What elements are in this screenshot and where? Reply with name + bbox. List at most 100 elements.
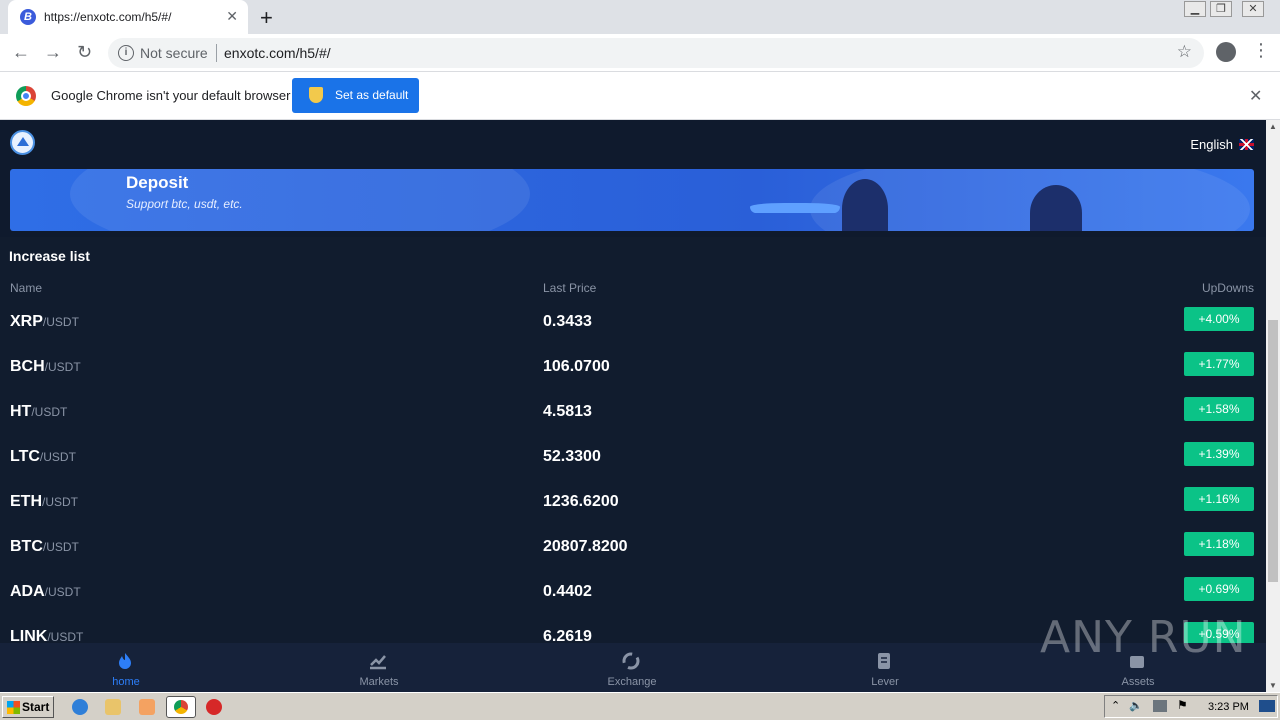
banner-illustration-phone	[750, 203, 840, 213]
tab-assets-label: Assets	[1121, 676, 1155, 688]
coin-base: ADA	[10, 583, 45, 600]
security-app-icon[interactable]	[206, 699, 222, 715]
tab-close-icon[interactable]: ✕	[226, 8, 238, 25]
info-icon[interactable]: i	[118, 45, 134, 61]
increase-list-title: Increase list	[9, 248, 90, 264]
set-default-label: Set as default	[335, 88, 409, 102]
anyrun-watermark: ANY RUN	[1040, 612, 1247, 663]
market-row[interactable]: XRP/USDT 0.3433 +4.00%	[0, 307, 1266, 358]
change-badge: +1.18%	[1184, 532, 1254, 556]
omnibox-divider	[216, 44, 217, 62]
forward-arrow-icon[interactable]: →	[44, 42, 62, 63]
page-content: English Deposit Support btc, usdt, etc. …	[0, 120, 1266, 692]
windows-logo-icon	[7, 701, 20, 714]
document-icon	[878, 653, 890, 669]
browser-tab[interactable]: B https://enxotc.com/h5/#/ ✕	[8, 0, 248, 34]
set-default-button[interactable]: Set as default	[292, 78, 419, 113]
coin-quote: /USDT	[47, 630, 84, 644]
coin-base: XRP	[10, 313, 43, 330]
profile-avatar-icon[interactable]	[1216, 42, 1236, 62]
market-row[interactable]: LTC/USDT 52.3300 +1.39%	[0, 442, 1266, 493]
market-row[interactable]: ETH/USDT 1236.6200 +1.16%	[0, 487, 1266, 538]
security-label[interactable]: Not secure	[140, 45, 208, 61]
bookmark-star-icon[interactable]: ☆	[1177, 42, 1192, 62]
language-label: English	[1190, 137, 1233, 152]
last-price: 20807.8200	[543, 538, 628, 555]
ie-icon[interactable]	[72, 699, 88, 715]
infobar-message: Google Chrome isn't your default browser	[51, 88, 291, 103]
reload-icon[interactable]: ↻	[77, 42, 92, 63]
volume-icon[interactable]: 🔈	[1129, 699, 1143, 712]
tab-markets[interactable]: Markets	[319, 643, 439, 692]
flame-icon	[119, 653, 131, 669]
new-tab-button[interactable]: +	[260, 5, 273, 31]
start-label: Start	[22, 700, 50, 714]
tab-lever[interactable]: Lever	[825, 643, 945, 692]
infobar-close-icon[interactable]: ✕	[1249, 86, 1262, 106]
chrome-icon	[174, 700, 188, 714]
coin-quote: /USDT	[44, 360, 81, 374]
chrome-logo-icon	[16, 86, 36, 106]
market-row[interactable]: BCH/USDT 106.0700 +1.77%	[0, 352, 1266, 403]
coin-base: BTC	[10, 538, 43, 555]
minimize-icon[interactable]: ▁	[1184, 1, 1206, 17]
tab-exchange-label: Exchange	[607, 676, 657, 688]
banner-illustration-person	[842, 179, 888, 231]
market-row[interactable]: HT/USDT 4.5813 +1.58%	[0, 397, 1266, 448]
last-price: 1236.6200	[543, 493, 619, 510]
network-icon[interactable]	[1153, 700, 1167, 712]
address-bar-row: ← → ↻ i Not secure enxotc.com/h5/#/ ☆ ⋮	[0, 34, 1280, 72]
omnibox[interactable]: i Not secure enxotc.com/h5/#/ ☆	[108, 38, 1204, 68]
change-badge: +1.77%	[1184, 352, 1254, 376]
show-desktop-icon[interactable]	[1259, 700, 1275, 712]
coin-quote: /USDT	[44, 585, 81, 599]
site-logo[interactable]	[10, 130, 35, 155]
chart-icon	[370, 655, 386, 670]
scroll-up-icon[interactable]: ▲	[1269, 122, 1277, 131]
media-player-icon[interactable]	[139, 699, 155, 715]
deposit-banner[interactable]: Deposit Support btc, usdt, etc.	[10, 169, 1254, 231]
coin-quote: /USDT	[42, 540, 79, 554]
url-text[interactable]: enxotc.com/h5/#/	[224, 45, 331, 61]
folder-icon[interactable]	[105, 699, 121, 715]
chrome-menu-icon[interactable]: ⋮	[1252, 40, 1270, 61]
scroll-thumb[interactable]	[1268, 320, 1278, 582]
last-price: 4.5813	[543, 403, 592, 420]
exchange-icon	[622, 652, 640, 670]
default-browser-infobar: Google Chrome isn't your default browser…	[0, 72, 1280, 120]
tab-home[interactable]: home	[66, 643, 186, 692]
tab-exchange[interactable]: Exchange	[572, 643, 692, 692]
last-price: 106.0700	[543, 358, 610, 375]
coin-pair: ADA/USDT	[10, 583, 81, 601]
chrome-taskbar-button[interactable]	[166, 696, 196, 718]
change-badge: +1.58%	[1184, 397, 1254, 421]
coin-pair: LTC/USDT	[10, 448, 76, 466]
market-row[interactable]: BTC/USDT 20807.8200 +1.18%	[0, 532, 1266, 583]
tab-home-label: home	[112, 676, 140, 688]
page-scrollbar[interactable]: ▲ ▼	[1266, 120, 1280, 692]
column-header-updowns: UpDowns	[1201, 281, 1254, 295]
flag-icon[interactable]: ⚑	[1177, 698, 1188, 712]
coin-quote: /USDT	[31, 405, 68, 419]
back-arrow-icon[interactable]: ←	[12, 42, 30, 63]
coin-base: HT	[10, 403, 32, 420]
window-close-icon[interactable]: ✕	[1242, 1, 1264, 17]
uk-flag-icon	[1239, 139, 1254, 150]
taskbar-clock: 3:23 PM	[1208, 701, 1249, 713]
scroll-down-icon[interactable]: ▼	[1269, 681, 1277, 690]
coin-pair: XRP/USDT	[10, 313, 79, 331]
start-button[interactable]: Start	[2, 696, 54, 718]
shield-icon	[309, 87, 323, 103]
tab-title: https://enxotc.com/h5/#/	[44, 10, 172, 24]
coin-base: BCH	[10, 358, 45, 375]
tray-expand-icon[interactable]: ⌃	[1111, 699, 1120, 712]
coin-quote: /USDT	[42, 315, 79, 329]
restore-icon[interactable]: ❐	[1210, 1, 1232, 17]
banner-title: Deposit	[126, 173, 189, 192]
coin-base: LTC	[10, 448, 40, 465]
language-selector[interactable]: English	[1190, 137, 1254, 152]
coin-pair: BTC/USDT	[10, 538, 79, 556]
coin-pair: ETH/USDT	[10, 493, 78, 511]
last-price: 52.3300	[543, 448, 601, 465]
change-badge: +4.00%	[1184, 307, 1254, 331]
